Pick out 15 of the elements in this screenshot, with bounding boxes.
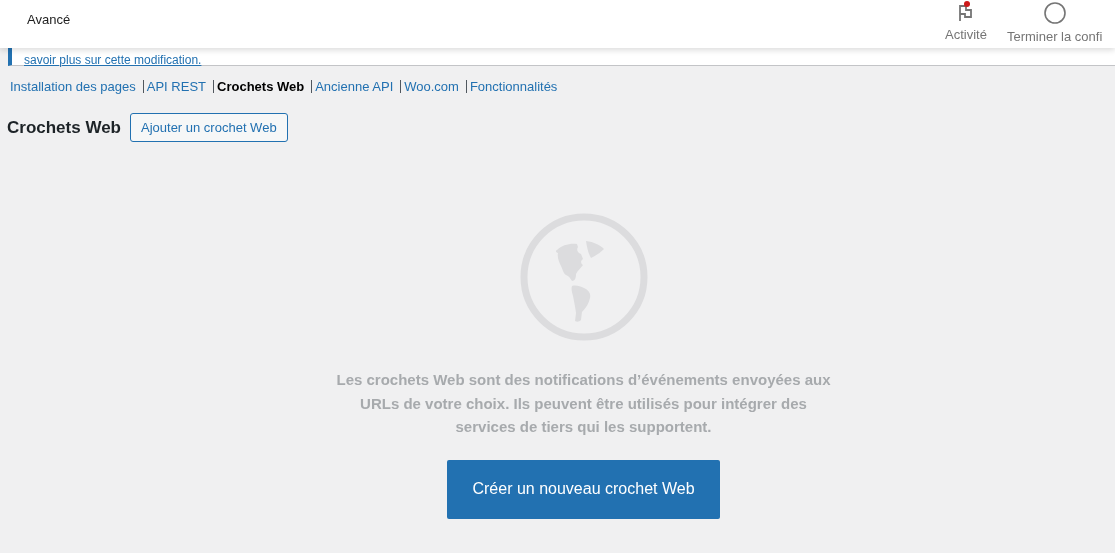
subnav-link[interactable]: Crochets Web xyxy=(217,79,305,94)
subnav-link[interactable]: Installation des pages xyxy=(10,79,136,94)
add-webhook-button[interactable]: Ajouter un crochet Web xyxy=(130,113,288,142)
subnav-link[interactable]: Ancienne API xyxy=(315,79,394,94)
page-heading: Crochets Web xyxy=(7,117,121,138)
subnav-link[interactable]: Woo.com xyxy=(404,79,459,94)
progress-ring-icon xyxy=(1042,1,1067,25)
notice-link[interactable]: savoir plus sur cette modification. xyxy=(24,53,202,67)
create-webhook-button[interactable]: Créer un nouveau crochet Web xyxy=(447,459,720,519)
empty-state-message: Les crochets Web sont des notifications d’événements envoyées aux URLs de votre choix. Ils peuvent être utilisés pour intégrer des services de tiers qui les supportent. xyxy=(335,370,832,437)
subnav-link[interactable]: Fonctionnalités xyxy=(469,79,558,94)
subnav-link[interactable]: API REST xyxy=(146,79,206,94)
activity-button[interactable]: Activité xyxy=(945,0,987,48)
page-title: Avancé xyxy=(27,11,71,27)
setup-button[interactable]: Terminer la confi xyxy=(1006,0,1103,48)
